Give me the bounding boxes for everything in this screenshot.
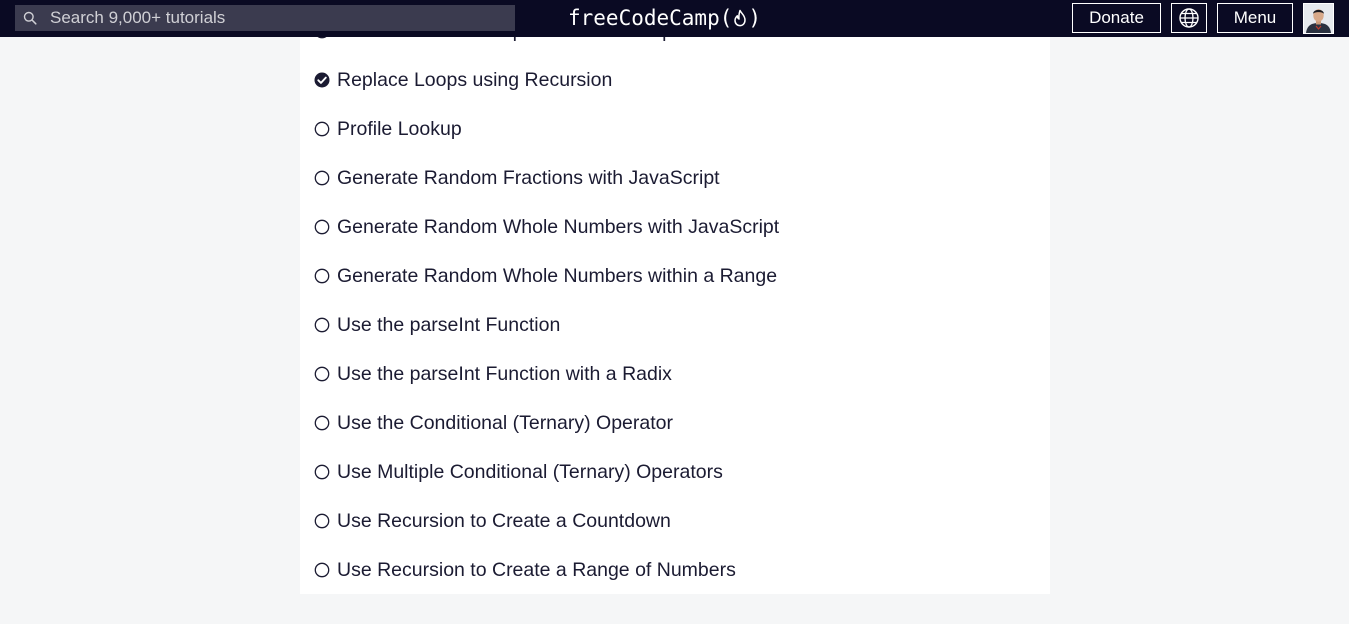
user-avatar-icon bbox=[1304, 4, 1333, 33]
search-bar[interactable] bbox=[15, 5, 515, 31]
lesson-title: Use Recursion to Create a Range of Numbe… bbox=[337, 558, 736, 581]
incomplete-circle-icon bbox=[314, 121, 330, 137]
lesson-item-profile-lookup[interactable]: Profile Lookup bbox=[314, 114, 462, 144]
incomplete-circle-icon bbox=[314, 513, 330, 529]
lesson-title: Use the parseInt Function with a Radix bbox=[337, 362, 672, 385]
logo-text-end: ) bbox=[748, 6, 762, 30]
lesson-item-recursion-countdown[interactable]: Use Recursion to Create a Countdown bbox=[314, 506, 671, 536]
logo-text: freeCodeCamp( bbox=[568, 6, 733, 30]
search-icon bbox=[23, 11, 37, 25]
lesson-item-ternary-operator[interactable]: Use the Conditional (Ternary) Operator bbox=[314, 408, 673, 438]
incomplete-circle-icon bbox=[314, 268, 330, 284]
avatar[interactable] bbox=[1303, 3, 1334, 34]
lesson-item-multiple-ternary[interactable]: Use Multiple Conditional (Ternary) Opera… bbox=[314, 457, 723, 487]
lesson-item-recursion-range[interactable]: Use Recursion to Create a Range of Numbe… bbox=[314, 555, 736, 585]
incomplete-circle-icon bbox=[314, 562, 330, 578]
lesson-item-parseint-radix[interactable]: Use the parseInt Function with a Radix bbox=[314, 359, 672, 389]
lesson-title: Use Multiple Conditional (Ternary) Opera… bbox=[337, 460, 723, 483]
incomplete-circle-icon bbox=[314, 317, 330, 333]
lesson-list-panel: Iterate with JavaScript Do...While Loops… bbox=[300, 0, 1050, 594]
top-navbar: freeCodeCamp( ) Donate Menu bbox=[0, 0, 1349, 37]
language-button[interactable] bbox=[1171, 3, 1207, 33]
search-input[interactable] bbox=[50, 5, 510, 31]
lesson-item-random-fractions[interactable]: Generate Random Fractions with JavaScrip… bbox=[314, 163, 720, 193]
lesson-title: Generate Random Fractions with JavaScrip… bbox=[337, 166, 720, 189]
menu-button[interactable]: Menu bbox=[1217, 3, 1293, 33]
donate-button[interactable]: Donate bbox=[1072, 3, 1161, 33]
incomplete-circle-icon bbox=[314, 170, 330, 186]
incomplete-circle-icon bbox=[314, 415, 330, 431]
lesson-item-random-whole-numbers[interactable]: Generate Random Whole Numbers with JavaS… bbox=[314, 212, 779, 242]
lesson-item-parseint[interactable]: Use the parseInt Function bbox=[314, 310, 560, 340]
lesson-title: Use Recursion to Create a Countdown bbox=[337, 509, 671, 532]
lesson-title: Replace Loops using Recursion bbox=[337, 68, 613, 91]
lesson-title: Generate Random Whole Numbers with JavaS… bbox=[337, 215, 780, 238]
freecodecamp-logo[interactable]: freeCodeCamp( ) bbox=[568, 3, 761, 33]
lesson-title: Use the Conditional (Ternary) Operator bbox=[337, 411, 673, 434]
flame-icon bbox=[734, 9, 747, 27]
lesson-item-random-whole-numbers-range[interactable]: Generate Random Whole Numbers within a R… bbox=[314, 261, 777, 291]
lesson-title: Generate Random Whole Numbers within a R… bbox=[337, 264, 778, 287]
lesson-item-replace-loops-recursion[interactable]: Replace Loops using Recursion bbox=[314, 65, 612, 95]
lesson-title: Profile Lookup bbox=[337, 117, 462, 140]
incomplete-circle-icon bbox=[314, 464, 330, 480]
completed-check-icon bbox=[314, 72, 330, 88]
globe-icon bbox=[1179, 8, 1199, 28]
lesson-title: Use the parseInt Function bbox=[337, 313, 561, 336]
incomplete-circle-icon bbox=[314, 219, 330, 235]
incomplete-circle-icon bbox=[314, 366, 330, 382]
